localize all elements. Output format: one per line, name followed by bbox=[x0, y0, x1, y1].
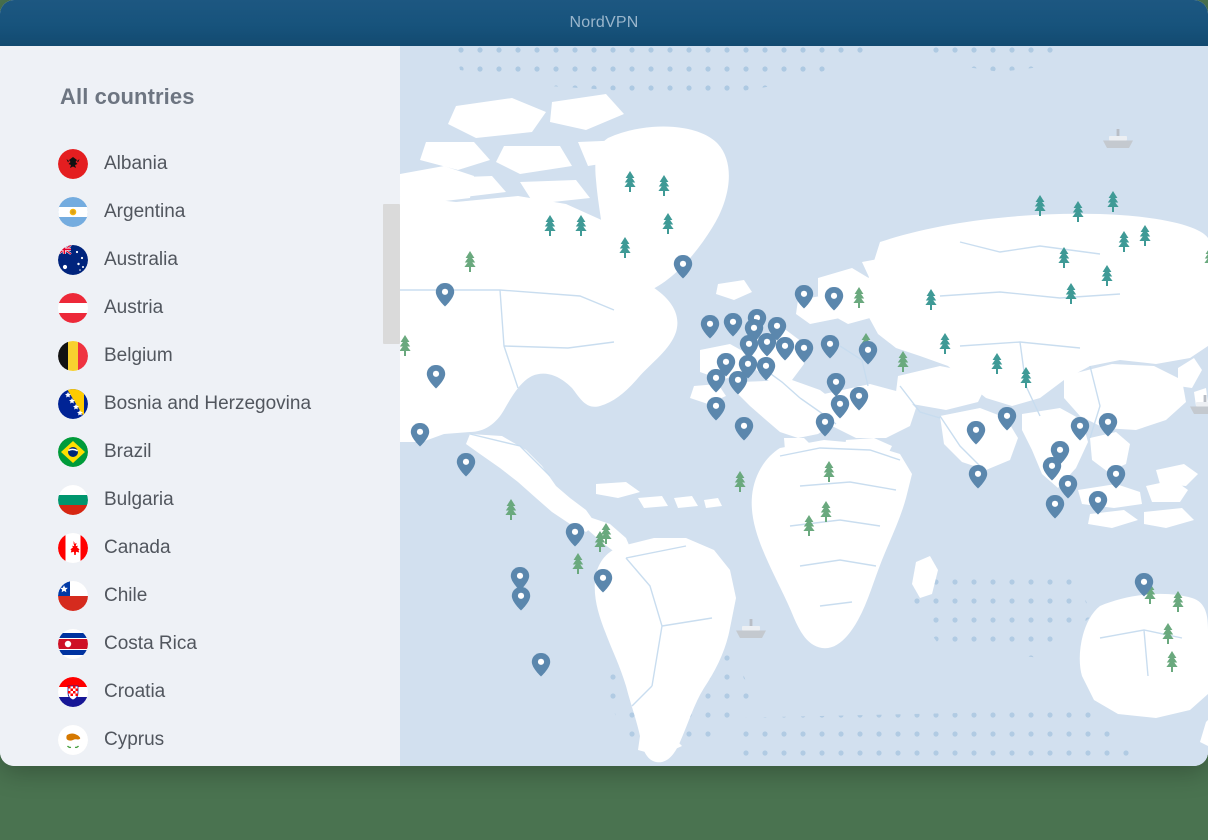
desktop-background: NordVPN All countries Albania Argentina bbox=[0, 0, 1208, 840]
country-list-item-cl[interactable]: Chile bbox=[0, 572, 400, 620]
country-list: Albania Argentina Australia Austria Belg… bbox=[0, 140, 400, 764]
country-list-item-au[interactable]: Australia bbox=[0, 236, 400, 284]
country-list-item-br[interactable]: Brazil bbox=[0, 428, 400, 476]
page-title: All countries bbox=[60, 84, 195, 109]
country-list-item-at[interactable]: Austria bbox=[0, 284, 400, 332]
country-name: Bulgaria bbox=[104, 489, 174, 510]
flag-cyprus-icon bbox=[58, 725, 88, 755]
country-name: Chile bbox=[104, 585, 148, 606]
sidebar-scrollbar-thumb[interactable] bbox=[383, 204, 400, 344]
nordvpn-app-window: NordVPN All countries Albania Argentina bbox=[0, 0, 1208, 766]
world-map bbox=[400, 46, 1208, 766]
country-name: Croatia bbox=[104, 681, 166, 702]
country-name: Albania bbox=[104, 153, 168, 174]
flag-chile-icon bbox=[58, 581, 88, 611]
world-map-pane[interactable] bbox=[400, 46, 1208, 766]
country-name: Costa Rica bbox=[104, 633, 197, 654]
country-name: Brazil bbox=[104, 441, 152, 462]
country-name: Belgium bbox=[104, 345, 173, 366]
window-titlebar[interactable]: NordVPN bbox=[0, 0, 1208, 46]
flag-brazil-icon bbox=[58, 437, 88, 467]
country-name: Cyprus bbox=[104, 729, 165, 750]
country-name: Canada bbox=[104, 537, 171, 558]
flag-belgium-icon bbox=[58, 341, 88, 371]
country-list-item-bg[interactable]: Bulgaria bbox=[0, 476, 400, 524]
country-list-item-hr[interactable]: Croatia bbox=[0, 668, 400, 716]
window-title: NordVPN bbox=[569, 14, 639, 31]
flag-albania-icon bbox=[58, 149, 88, 179]
country-name: Austria bbox=[104, 297, 164, 318]
country-list-item-ca[interactable]: Canada bbox=[0, 524, 400, 572]
country-name: Bosnia and Herzegovina bbox=[104, 393, 312, 414]
window-body: All countries Albania Argentina Australi… bbox=[0, 46, 1208, 766]
flag-canada-icon bbox=[58, 533, 88, 563]
flag-argentina-icon bbox=[58, 197, 88, 227]
country-list-item-cy[interactable]: Cyprus bbox=[0, 716, 400, 764]
flag-croatia-icon bbox=[58, 677, 88, 707]
sidebar-scrollbar[interactable] bbox=[382, 46, 400, 766]
country-list-item-al[interactable]: Albania bbox=[0, 140, 400, 188]
country-list-item-ar[interactable]: Argentina bbox=[0, 188, 400, 236]
country-list-item-ba[interactable]: Bosnia and Herzegovina bbox=[0, 380, 400, 428]
country-name: Australia bbox=[104, 249, 178, 270]
country-list-item-cr[interactable]: Costa Rica bbox=[0, 620, 400, 668]
flag-bosnia-icon bbox=[58, 389, 88, 419]
flag-australia-icon bbox=[58, 245, 88, 275]
flag-costa-rica-icon bbox=[58, 629, 88, 659]
flag-austria-icon bbox=[58, 293, 88, 323]
flag-bulgaria-icon bbox=[58, 485, 88, 515]
country-name: Argentina bbox=[104, 201, 186, 222]
country-list-item-be[interactable]: Belgium bbox=[0, 332, 400, 380]
country-sidebar: All countries Albania Argentina Australi… bbox=[0, 46, 400, 766]
